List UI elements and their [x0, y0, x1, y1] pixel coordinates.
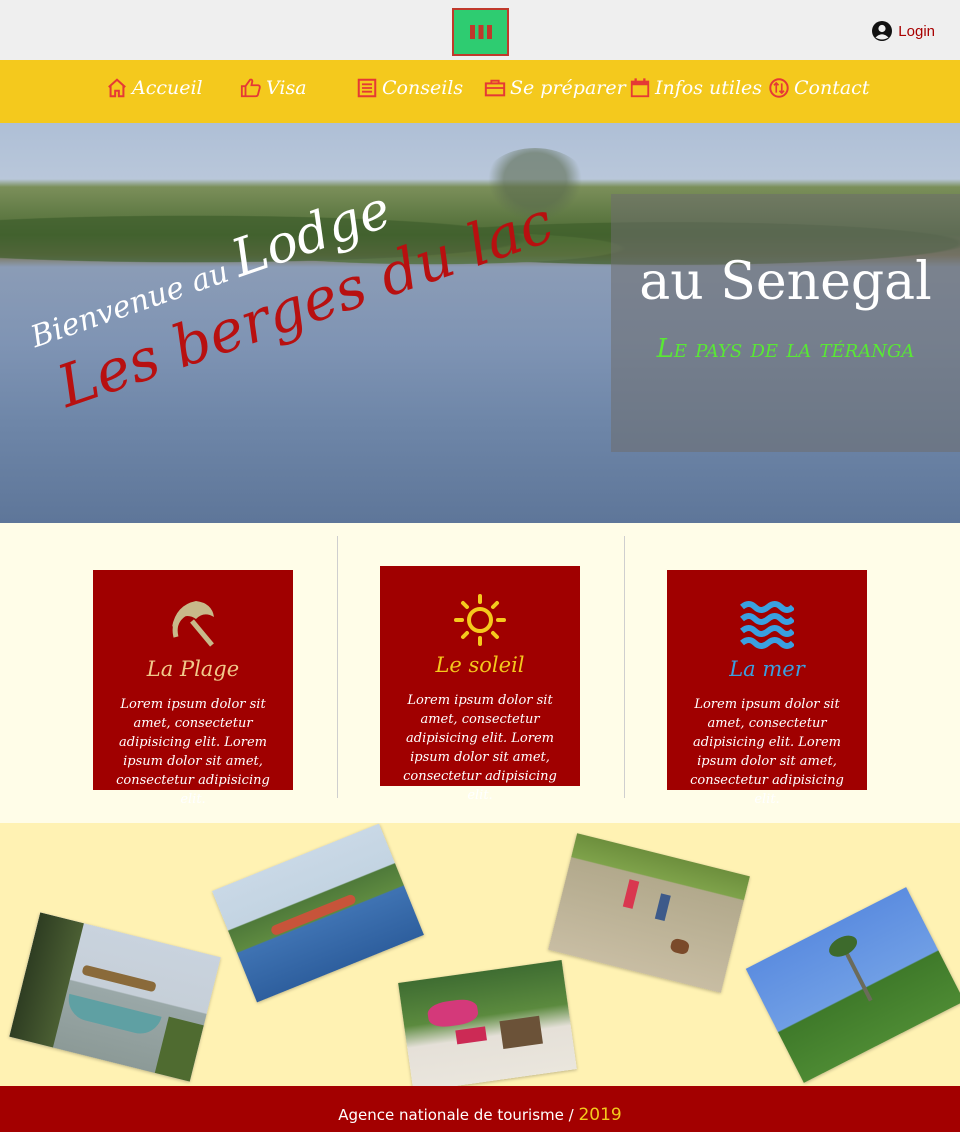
beach-umbrella-icon	[172, 601, 214, 647]
feature-title: La Plage	[146, 657, 240, 681]
thumbs-up-icon	[240, 78, 261, 98]
feature-title: Le soleil	[435, 653, 525, 677]
home-icon	[108, 78, 126, 98]
nav-item-conseils[interactable]: Conseils	[356, 77, 463, 99]
hero-slogan: Le pays de la téranga	[656, 334, 915, 364]
nav-item-se-preparer[interactable]: Se préparer	[484, 77, 626, 99]
terrace-photo[interactable]	[398, 960, 577, 1086]
hero-overlay-box: au Senegal Le pays de la téranga	[611, 194, 960, 452]
nav-item-contact[interactable]: Contact	[768, 77, 869, 99]
waves-icon	[740, 601, 794, 649]
hero-banner: Bienvenue au Lodge Les berges du lac au …	[0, 123, 960, 523]
footer: Agence nationale de tourisme / 2019	[0, 1086, 960, 1132]
photo-gallery	[0, 823, 960, 1086]
feature-card-mer: La mer Lorem ipsum dolor sit amet, conse…	[667, 570, 867, 807]
hero-country: au Senegal	[639, 252, 932, 312]
nav-item-visa[interactable]: Visa	[240, 77, 307, 99]
menu-toggle-button[interactable]	[452, 8, 509, 56]
feature-text: Lorem ipsum dolor sit amet, consectetur …	[403, 693, 557, 803]
island-photo[interactable]	[212, 823, 424, 1003]
feature-title: La mer	[729, 657, 805, 681]
exchange-icon	[769, 78, 789, 98]
footer-year: 2019	[578, 1105, 622, 1125]
divider	[337, 536, 338, 798]
nav-label-accueil: Accueil	[132, 77, 203, 99]
list-icon	[357, 78, 377, 98]
nav-item-infos-utiles[interactable]: Infos utiles	[629, 77, 762, 99]
login-link[interactable]: Login	[871, 20, 935, 42]
nav-label-infos-utiles: Infos utiles	[655, 77, 763, 99]
top-bar: Login	[0, 0, 960, 60]
nav-label-conseils: Conseils	[382, 77, 464, 99]
calendar-icon	[630, 78, 650, 98]
briefcase-icon	[484, 79, 506, 97]
feature-card-soleil: Le soleil Lorem ipsum dolor sit amet, co…	[380, 566, 580, 803]
divider	[624, 536, 625, 798]
feature-card-plage: La Plage Lorem ipsum dolor sit amet, con…	[93, 570, 293, 807]
nav-label-se-preparer: Se préparer	[510, 77, 626, 99]
footer-agency: Agence nationale de tourisme /	[338, 1106, 574, 1124]
sun-icon	[454, 594, 506, 646]
login-label: Login	[898, 22, 935, 40]
feature-text: Lorem ipsum dolor sit amet, consectetur …	[116, 697, 270, 807]
user-circle-icon	[872, 21, 893, 41]
nav-label-visa: Visa	[266, 77, 307, 99]
hero-welcome: Bienvenue au Lodge Les berges du lac	[20, 131, 562, 424]
feature-text: Lorem ipsum dolor sit amet, consectetur …	[690, 697, 844, 807]
hamburger-icon	[469, 25, 492, 39]
nav-label-contact: Contact	[794, 77, 870, 99]
boat-photo[interactable]	[9, 912, 221, 1082]
main-nav: Accueil Visa Conseils Se préparer Infos …	[0, 60, 960, 123]
nav-item-accueil[interactable]: Accueil	[106, 77, 203, 99]
kids-dog-photo[interactable]	[548, 833, 750, 993]
features-section: La Plage Lorem ipsum dolor sit amet, con…	[0, 523, 960, 823]
palm-tree-photo[interactable]	[745, 887, 960, 1083]
